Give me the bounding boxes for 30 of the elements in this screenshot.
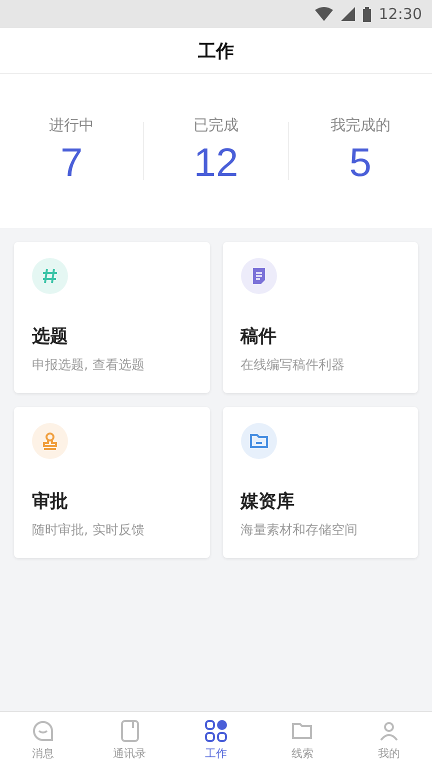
feature-card[interactable]: 选题 申报选题, 查看选题 bbox=[14, 242, 210, 393]
card-title: 媒资库 bbox=[240, 490, 294, 513]
card-title: 选题 bbox=[32, 325, 68, 348]
wifi-icon bbox=[314, 7, 333, 21]
card-subtitle: 海量素材和存储空间 bbox=[240, 522, 358, 539]
tab-item[interactable]: 工作 bbox=[172, 712, 260, 768]
stat-value: 12 bbox=[194, 141, 238, 186]
stat-value: 7 bbox=[60, 141, 83, 186]
feature-card[interactable]: 审批 随时审批, 实时反馈 bbox=[14, 407, 210, 558]
tab-item[interactable]: 我的 bbox=[346, 712, 432, 768]
stat-label: 我完成的 bbox=[330, 116, 390, 135]
stat-label: 已完成 bbox=[193, 116, 238, 135]
chat-bubble-icon bbox=[31, 719, 56, 743]
battery-icon bbox=[362, 6, 371, 22]
feature-card[interactable]: 稿件 在线编写稿件利器 bbox=[222, 242, 418, 393]
status-time: 12:30 bbox=[378, 5, 422, 23]
stat-label: 进行中 bbox=[49, 116, 94, 135]
stat-value: 5 bbox=[349, 141, 372, 186]
card-subtitle: 在线编写稿件利器 bbox=[240, 357, 344, 374]
tab-item[interactable]: 通讯录 bbox=[86, 712, 173, 768]
signal-icon bbox=[340, 7, 355, 21]
card-title: 审批 bbox=[32, 490, 68, 513]
card-title: 稿件 bbox=[240, 325, 276, 348]
card-subtitle: 随时审批, 实时反馈 bbox=[32, 522, 144, 539]
tab-item[interactable]: 消息 bbox=[0, 712, 86, 768]
feature-card[interactable]: 媒资库 海量素材和存储空间 bbox=[222, 407, 418, 558]
tab-item[interactable]: 线索 bbox=[259, 712, 346, 768]
grid-icon bbox=[204, 719, 228, 743]
page-title: 工作 bbox=[198, 40, 234, 62]
card-subtitle: 申报选题, 查看选题 bbox=[32, 357, 144, 374]
